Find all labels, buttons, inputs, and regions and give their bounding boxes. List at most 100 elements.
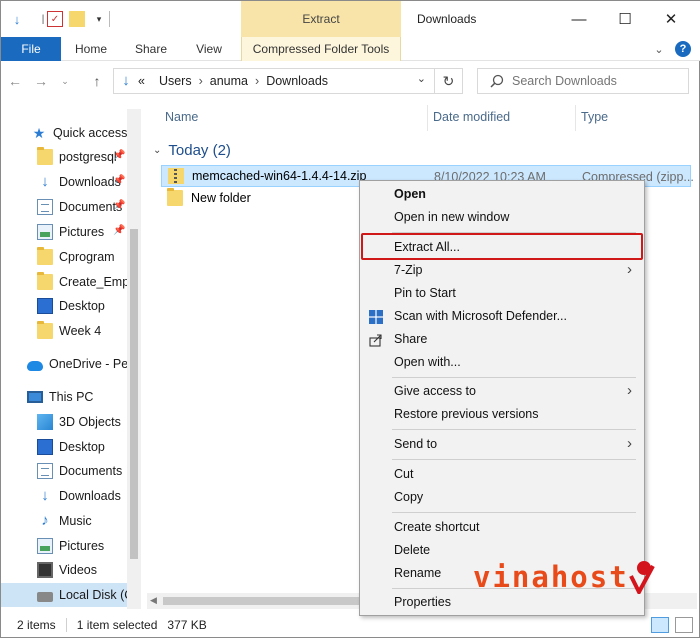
music-icon: ♪ <box>41 512 49 529</box>
navigation-scrollbar[interactable] <box>127 109 141 609</box>
column-divider[interactable] <box>575 105 576 131</box>
nav-item-3d-objects[interactable]: 3D Objects <box>1 410 141 434</box>
menu-item-share[interactable]: Share <box>360 328 644 351</box>
properties-check-icon[interactable]: ✓ <box>47 11 63 27</box>
menu-item-create-shortcut[interactable]: Create shortcut <box>360 516 644 539</box>
downloads-location-icon: ↓ <box>122 72 130 89</box>
download-arrow-icon[interactable]: ↓ <box>9 11 25 27</box>
pin-icon: 📌 <box>113 200 126 211</box>
new-folder-icon[interactable] <box>69 11 85 27</box>
menu-label: Pin to Start <box>394 286 456 300</box>
menu-item-open-in-new-window[interactable]: Open in new window <box>360 206 644 229</box>
nav-label: Quick access <box>53 126 128 140</box>
breadcrumb-overflow[interactable]: « <box>138 74 145 88</box>
menu-item-cut[interactable]: Cut <box>360 463 644 486</box>
nav-item-pictures-quick[interactable]: Pictures 📌 <box>1 220 141 244</box>
column-header-type[interactable]: Type <box>581 105 608 129</box>
menu-separator <box>392 512 636 513</box>
nav-item-cprogram[interactable]: Cprogram <box>1 245 141 269</box>
watermark-text: vinahost <box>473 560 629 594</box>
folder-icon <box>37 321 53 339</box>
forward-arrow-icon[interactable]: → <box>33 73 49 89</box>
scrollbar-thumb[interactable] <box>163 597 373 605</box>
scrollbar-thumb[interactable] <box>130 229 138 559</box>
large-icons-view-button[interactable] <box>675 617 693 633</box>
column-header-name[interactable]: Name <box>165 105 198 129</box>
close-button[interactable]: ✕ <box>661 9 681 29</box>
menu-item-open-with[interactable]: Open with... <box>360 351 644 374</box>
document-icon <box>37 463 53 479</box>
tab-home[interactable]: Home <box>65 37 117 61</box>
nav-item-this-pc[interactable]: This PC <box>1 385 141 409</box>
tab-file[interactable]: File <box>1 37 61 61</box>
picture-icon <box>37 538 53 554</box>
address-bar[interactable]: ↓ « Users › anuma › Downloads ⌄ ↻ <box>113 68 463 94</box>
menu-label: Create shortcut <box>394 520 480 534</box>
pin-icon: 📌 <box>113 175 126 186</box>
menu-item-restore-previous[interactable]: Restore previous versions <box>360 403 644 426</box>
status-bar: 2 items 1 item selected 377 KB <box>1 613 700 637</box>
download-icon: ↓ <box>41 487 49 504</box>
tab-view[interactable]: View <box>183 37 235 61</box>
menu-label: Rename <box>394 566 442 580</box>
column-divider[interactable] <box>427 105 428 131</box>
file-name: New folder <box>191 191 251 205</box>
minimize-button[interactable]: — <box>569 9 589 29</box>
menu-label: Delete <box>394 543 431 557</box>
help-icon[interactable]: ? <box>675 41 691 57</box>
back-arrow-icon[interactable]: ← <box>7 73 23 89</box>
customize-dropdown-icon[interactable]: ▾ <box>91 11 107 27</box>
nav-item-documents[interactable]: Documents <box>1 459 141 483</box>
menu-item-scan-defender[interactable]: Scan with Microsoft Defender... <box>360 305 644 328</box>
ribbon-expand-icon[interactable]: ⌄ <box>651 41 667 57</box>
file-row-new-folder[interactable]: New folder <box>161 187 251 209</box>
nav-item-downloads-quick[interactable]: ↓ Downloads 📌 <box>1 170 141 194</box>
nav-item-pictures[interactable]: Pictures <box>1 534 141 558</box>
up-arrow-icon[interactable]: ↑ <box>89 73 105 89</box>
tab-share[interactable]: Share <box>125 37 177 61</box>
crumb-anuma[interactable]: anuma <box>210 74 248 88</box>
nav-item-onedrive[interactable]: OneDrive - Personal <box>1 352 141 376</box>
nav-item-desktop-quick[interactable]: Desktop <box>1 294 141 318</box>
nav-label: Desktop <box>59 299 105 313</box>
menu-item-give-access[interactable]: Give access to › <box>360 380 644 403</box>
nav-label: Pictures <box>59 539 105 553</box>
recent-locations-icon[interactable]: ⌄ <box>57 73 73 89</box>
menu-item-copy[interactable]: Copy <box>360 486 644 509</box>
refresh-button[interactable]: ↻ <box>434 69 462 93</box>
crumb-downloads[interactable]: Downloads <box>266 74 328 88</box>
nav-item-postgresql[interactable]: postgresql 📌 <box>1 145 141 169</box>
nav-item-documents-quick[interactable]: Documents 📌 <box>1 195 141 219</box>
picture-icon <box>37 224 53 240</box>
nav-item-music[interactable]: ♪ Music <box>1 509 141 533</box>
address-dropdown-icon[interactable]: ⌄ <box>417 72 426 85</box>
nav-item-downloads[interactable]: ↓ Downloads <box>1 484 141 508</box>
tab-compressed-folder-tools[interactable]: Compressed Folder Tools <box>241 37 401 61</box>
defender-icon <box>368 309 384 325</box>
group-header-today[interactable]: ⌄ Today (2) <box>153 139 231 161</box>
menu-item-pin-to-start[interactable]: Pin to Start <box>360 282 644 305</box>
document-icon <box>37 199 53 215</box>
maximize-button[interactable]: ☐ <box>615 9 635 29</box>
nav-label: Cprogram <box>59 250 115 264</box>
extract-all-highlight-box <box>361 233 643 260</box>
menu-item-open[interactable]: Open <box>360 183 644 206</box>
nav-item-week-4[interactable]: Week 4 <box>1 319 141 343</box>
menu-item-send-to[interactable]: Send to › <box>360 433 644 456</box>
crumb-users[interactable]: Users <box>159 74 192 88</box>
checkmark-logo-icon <box>628 561 655 594</box>
search-box[interactable] <box>477 68 689 94</box>
details-view-button[interactable] <box>651 617 669 633</box>
nav-item-local-disk[interactable]: Local Disk (C:) <box>1 583 141 607</box>
nav-item-desktop[interactable]: Desktop <box>1 435 141 459</box>
search-input[interactable] <box>512 72 682 90</box>
folder-icon <box>37 247 53 265</box>
nav-item-quick-access[interactable]: ★ Quick access <box>1 121 141 145</box>
column-header-date-modified[interactable]: Date modified <box>433 105 510 129</box>
nav-item-create-empty[interactable]: Create_Empty <box>1 270 141 294</box>
nav-label: Music <box>59 514 92 528</box>
nav-item-videos[interactable]: Videos <box>1 558 141 582</box>
disk-icon <box>37 592 53 602</box>
menu-item-7zip[interactable]: 7-Zip › <box>360 259 644 282</box>
scroll-left-icon[interactable]: ◀ <box>150 595 157 606</box>
